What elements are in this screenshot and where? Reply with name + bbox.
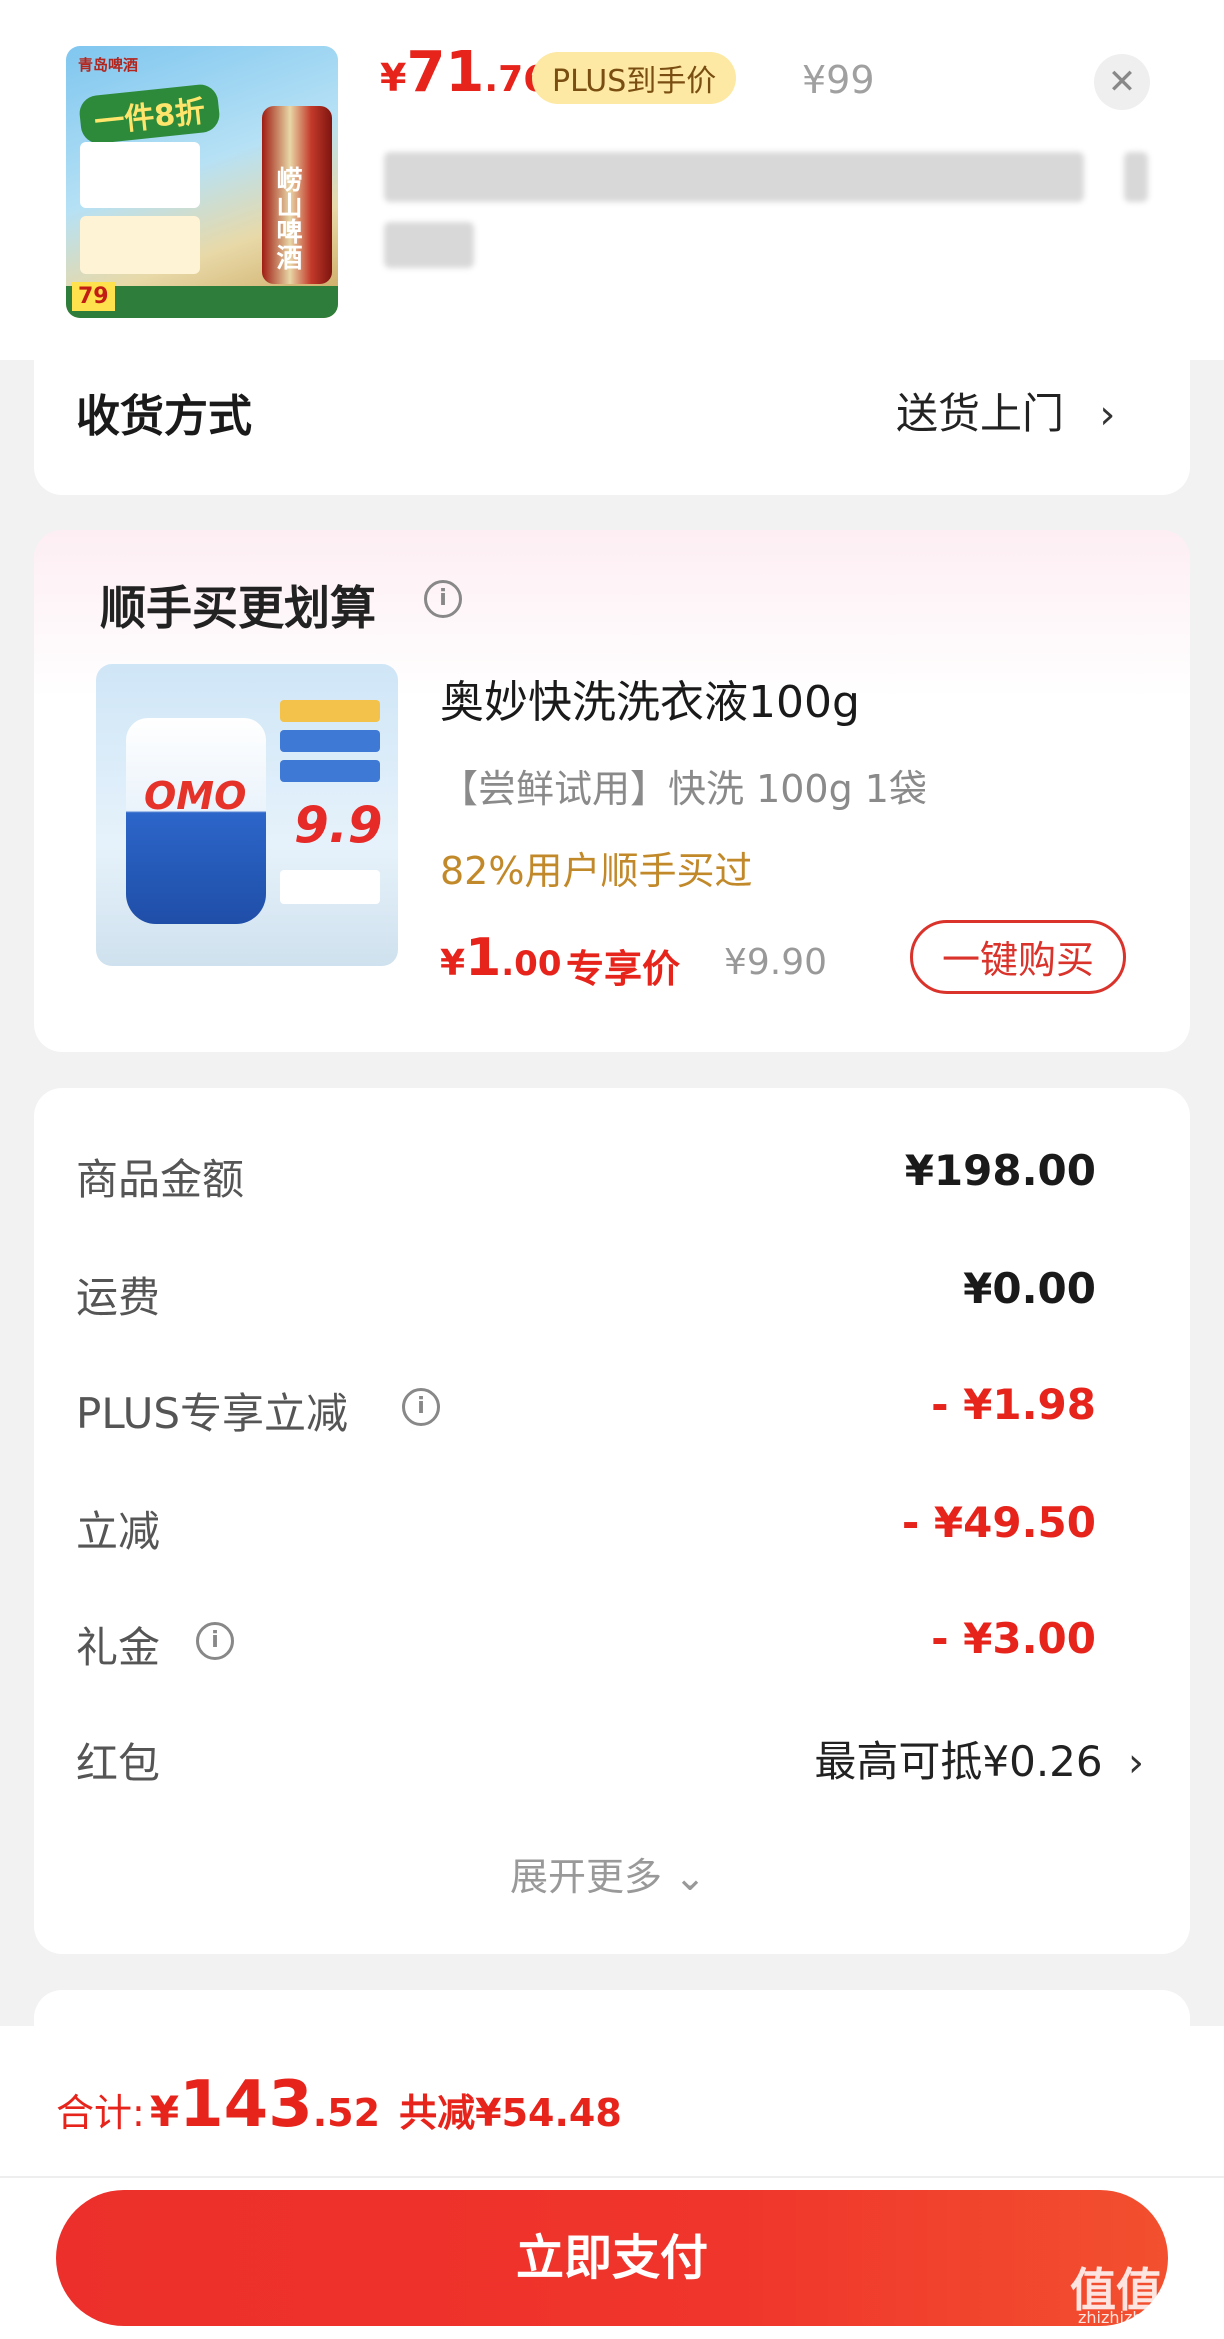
total-symbol: ¥	[149, 2087, 180, 2136]
footer-divider	[0, 2176, 1224, 2178]
thumb-discount-badge: 一件8折	[77, 82, 222, 146]
detergent-pack-image	[126, 718, 266, 924]
total-saving: 共减¥54.48	[399, 2091, 622, 2135]
thumb-snack-box	[80, 216, 200, 274]
exclusive-price-label: 专享价	[566, 947, 681, 991]
summary-label-shipping: 运费	[76, 1273, 161, 1322]
info-icon[interactable]: i	[196, 1622, 234, 1660]
recommended-item-spec: 【尝鲜试用】快洗 100g 1袋	[440, 767, 927, 811]
summary-label-red-packet: 红包	[76, 1739, 161, 1788]
omo-logo: OMO	[144, 774, 247, 818]
delivery-value[interactable]: 送货上门 ›	[896, 380, 1115, 441]
summary-label-plus-discount: PLUS专享立减	[76, 1389, 349, 1438]
recommended-item-image[interactable]: OMO 9.9	[96, 664, 398, 966]
price-integer: 71	[406, 40, 485, 105]
delivery-label: 收货方式	[76, 391, 252, 442]
summary-value-plus-discount: - ¥1.98	[931, 1380, 1096, 1429]
thumb-promo-tag	[280, 870, 380, 904]
summary-value-instant-discount: - ¥49.50	[901, 1498, 1096, 1547]
recommended-item-name[interactable]: 奥妙快洗洗衣液100g	[440, 666, 860, 730]
price-integer: 1	[465, 928, 502, 988]
info-icon[interactable]: i	[402, 1388, 440, 1426]
watermark-url: zhizhizhi.com	[1078, 2308, 1187, 2327]
one-click-buy-button[interactable]: 一键购买	[910, 920, 1126, 994]
blurred-product-spec	[384, 222, 474, 268]
thumb-brand-text: 青岛啤酒	[78, 56, 139, 74]
recommended-original-price: ¥9.90	[724, 942, 828, 983]
summary-value-shipping: ¥0.00	[963, 1264, 1096, 1313]
thumb-member-price: 9.9	[294, 796, 383, 854]
plus-price-badge: PLUS到手价	[532, 52, 737, 104]
chevron-right-icon: ›	[1099, 392, 1116, 438]
total-label: 合计:	[56, 2091, 145, 2135]
summary-label-gift-money: 礼金	[76, 1623, 161, 1672]
blurred-product-title	[384, 152, 1084, 202]
price-decimal: .00	[501, 944, 562, 984]
order-total: 合计: ¥143.52 共减¥54.48	[56, 2068, 622, 2142]
recommended-item-price: ¥1.00	[440, 928, 561, 988]
thumb-price-tag: 79	[72, 282, 115, 311]
summary-value-subtotal: ¥198.00	[904, 1146, 1096, 1195]
pay-now-button[interactable]: 立即支付	[56, 2190, 1168, 2326]
thumb-can-label: 崂山啤酒	[272, 166, 302, 270]
summary-value-red-packet[interactable]: 最高可抵¥0.26 ›	[814, 1728, 1144, 1789]
expand-more-button[interactable]: 展开更多 ⌄	[510, 1846, 706, 1901]
summary-label-subtotal: 商品金额	[76, 1155, 245, 1204]
summary-value-gift-money: - ¥3.00	[931, 1614, 1096, 1663]
red-packet-value: 最高可抵¥0.26	[814, 1737, 1103, 1786]
total-integer: 143	[179, 2068, 313, 2142]
info-icon[interactable]: i	[424, 580, 462, 618]
thumb-feature-line	[280, 730, 380, 752]
product-image[interactable]: 青岛啤酒 一件8折 崂山啤酒 79	[66, 46, 338, 318]
price-symbol: ¥	[440, 943, 466, 984]
product-price: ¥71.76	[380, 40, 548, 105]
recommendation-title: 顺手买更划算	[100, 581, 376, 635]
thumb-gift-box	[80, 142, 200, 208]
thumb-feature-line	[280, 760, 380, 782]
original-price: ¥99	[802, 58, 875, 102]
social-proof-text: 82%用户顺手买过	[440, 849, 753, 893]
chevron-right-icon: ›	[1128, 1740, 1144, 1786]
total-decimal: .52	[312, 2091, 381, 2135]
close-icon[interactable]: ✕	[1094, 54, 1150, 110]
delivery-method: 送货上门	[896, 389, 1065, 438]
blurred-product-title-end	[1124, 152, 1148, 202]
summary-label-instant-discount: 立减	[76, 1507, 161, 1556]
price-symbol: ¥	[380, 56, 407, 100]
thumb-feature-line	[280, 700, 380, 722]
